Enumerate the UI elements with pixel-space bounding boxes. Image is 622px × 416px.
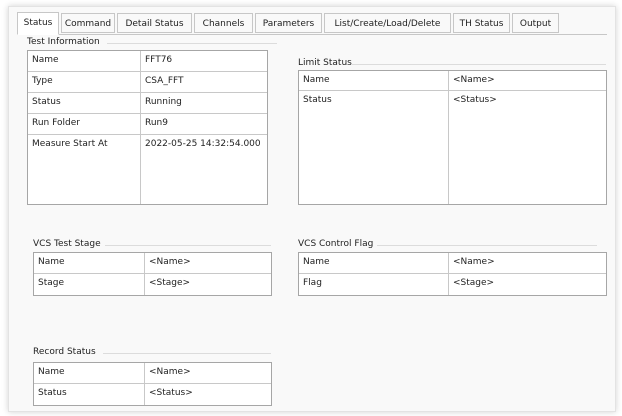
group-divider <box>107 43 277 44</box>
tab-parameters[interactable]: Parameters <box>255 13 322 33</box>
tab-channels[interactable]: Channels <box>194 13 253 33</box>
limit-status-value-name: <Name> <box>449 71 606 91</box>
test-info-value-type: CSA_FFT <box>141 72 267 93</box>
test-info-value-status: Running <box>141 93 267 114</box>
status-panel: Test Information Name FFT76 Type CSA_FFT… <box>17 34 607 406</box>
test-info-key-type: Type <box>28 72 141 93</box>
record-status-key-name: Name <box>34 363 145 384</box>
vcs-test-stage-value-name: <Name> <box>145 253 271 274</box>
limit-status-key-name: Name <box>299 71 449 91</box>
vcs-test-stage-grid: Name <Name> Stage <Stage> <box>33 252 272 296</box>
test-info-value-name: FFT76 <box>141 51 267 72</box>
test-info-value-measure-start: 2022-05-25 14:32:54.000 <box>145 139 261 149</box>
tab-command[interactable]: Command <box>61 13 115 33</box>
record-status-value-status: <Status> <box>149 388 193 398</box>
test-information-grid: Name FFT76 Type CSA_FFT Status Running R… <box>27 50 268 205</box>
vcs-test-stage-value-stage: <Stage> <box>149 278 191 288</box>
group-divider <box>352 64 606 65</box>
tab-list-create-load-delete[interactable]: List/Create/Load/Delete <box>324 13 451 33</box>
group-divider <box>377 245 597 246</box>
vcs-test-stage-key-name: Name <box>34 253 145 274</box>
limit-status-key-status: Status <box>299 91 449 204</box>
test-info-key-run-folder: Run Folder <box>28 114 141 135</box>
tab-th-status[interactable]: TH Status <box>453 13 510 33</box>
limit-status-grid: Name <Name> Status <Status> <box>298 70 607 205</box>
test-info-value-run-folder: Run9 <box>141 114 267 135</box>
limit-status-value-status: <Status> <box>453 95 497 105</box>
record-status-key-status: Status <box>34 384 145 405</box>
tab-status[interactable]: Status <box>17 12 59 35</box>
vcs-control-flag-key-flag: Flag <box>299 274 449 295</box>
test-info-key-status: Status <box>28 93 141 114</box>
record-status-grid: Name <Name> Status <Status> <box>33 362 272 406</box>
vcs-control-flag-key-name: Name <box>299 253 449 274</box>
record-status-value-name: <Name> <box>145 363 271 384</box>
status-window: Status Command Detail Status Channels Pa… <box>8 6 616 412</box>
vcs-control-flag-value-flag: <Stage> <box>453 278 495 288</box>
tab-output[interactable]: Output <box>512 13 559 33</box>
vcs-control-flag-grid: Name <Name> Flag <Stage> <box>298 252 607 296</box>
vcs-test-stage-title: VCS Test Stage <box>33 239 101 249</box>
group-divider <box>103 353 271 354</box>
tab-detail-status[interactable]: Detail Status <box>117 13 192 33</box>
test-info-key-name: Name <box>28 51 141 72</box>
vcs-control-flag-title: VCS Control Flag <box>298 239 374 249</box>
test-info-key-measure-start: Measure Start At <box>28 135 141 204</box>
limit-status-title: Limit Status <box>298 58 352 68</box>
vcs-test-stage-key-stage: Stage <box>34 274 145 295</box>
record-status-title: Record Status <box>33 347 96 357</box>
group-divider <box>105 245 271 246</box>
vcs-control-flag-value-name: <Name> <box>449 253 606 274</box>
test-information-title: Test Information <box>27 37 100 47</box>
